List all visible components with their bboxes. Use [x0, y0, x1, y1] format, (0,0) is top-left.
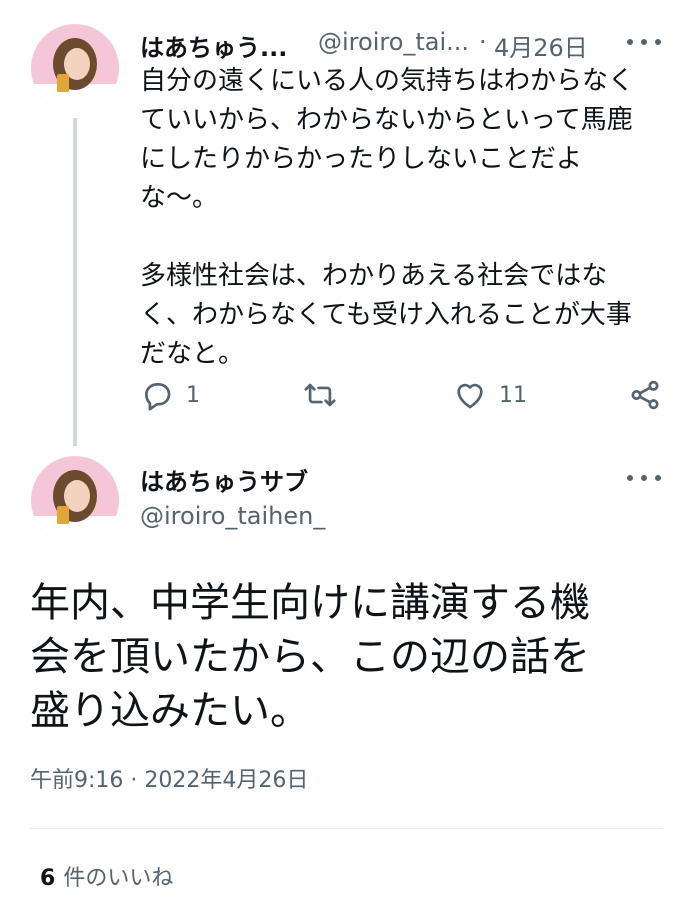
reply-date[interactable]: 4月26日: [494, 28, 588, 63]
main-author-avatar[interactable]: [31, 456, 119, 544]
main-handle[interactable]: @iroiro_taihen_: [140, 502, 325, 530]
reply-display-name[interactable]: はあちゅう...: [140, 28, 287, 63]
share-button[interactable]: [628, 378, 662, 412]
retweet-button[interactable]: [303, 378, 337, 412]
like-button[interactable]: 11: [453, 378, 527, 412]
reply-count: 1: [186, 382, 200, 408]
main-tweet-text: 年内、中学生向けに講演する機 会を頂いたから、この辺の話を 盛り込みたい。: [30, 580, 590, 734]
divider: [30, 828, 663, 829]
thread-connector-line: [73, 118, 77, 446]
retweet-icon: [304, 383, 336, 407]
reply-handle[interactable]: @iroiro_tai...: [318, 28, 469, 56]
main-more-icon[interactable]: [627, 470, 661, 486]
likes-label: 件のいいね: [63, 866, 174, 891]
like-count: 11: [499, 382, 527, 408]
main-timestamp[interactable]: 午前9:16 · 2022年4月26日: [30, 762, 308, 794]
reply-button[interactable]: 1: [140, 378, 200, 412]
likes-number: 6: [40, 866, 56, 891]
reply-icon: [145, 383, 171, 411]
share-icon: [631, 380, 659, 410]
reply-tweet-text: 自分の遠くにいる人の気持ちはわからなく ていいから、わからないからといって馬鹿 …: [140, 66, 635, 369]
heart-icon: [457, 383, 483, 409]
main-display-name[interactable]: はあちゅうサブ: [140, 462, 308, 497]
likes-count-link[interactable]: 6 件のいいね: [40, 860, 173, 892]
reply-more-icon[interactable]: [627, 34, 661, 50]
reply-author-avatar[interactable]: [31, 24, 119, 112]
reply-separator: ·: [479, 28, 487, 56]
